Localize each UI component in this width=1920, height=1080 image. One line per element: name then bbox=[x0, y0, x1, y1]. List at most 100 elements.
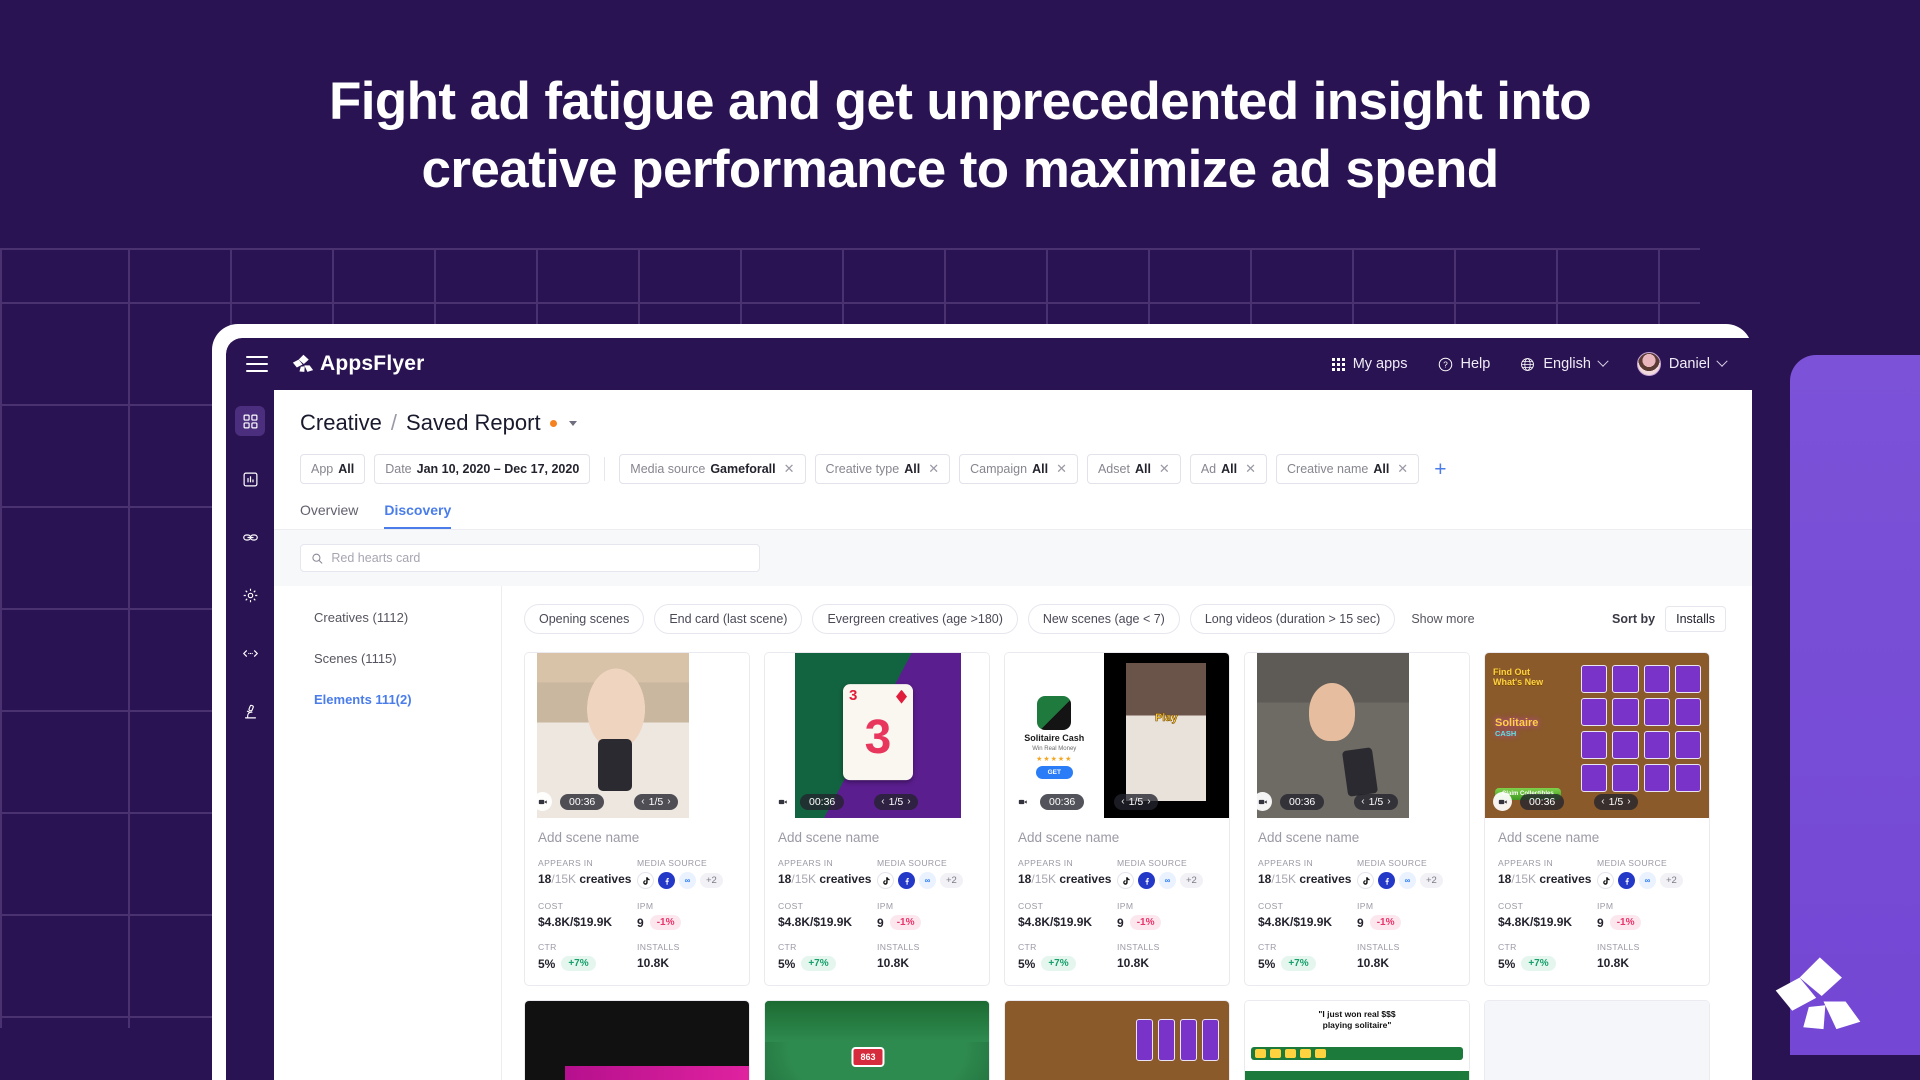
quick-filter-pill-0[interactable]: Opening scenes bbox=[524, 604, 645, 634]
hero-headline: Fight ad fatigue and get unprecedented i… bbox=[0, 68, 1920, 204]
creative-card[interactable]: 00:36 ‹ 1/5 › Add scene name APPEARS IN 18/15K… bbox=[524, 652, 750, 986]
media-source-more-count[interactable]: +2 bbox=[1420, 873, 1443, 888]
creative-thumbnail[interactable]: 3 3 00:36 ‹ 1/5 › bbox=[765, 653, 989, 818]
chevron-left-icon[interactable]: ‹ bbox=[1361, 796, 1364, 807]
chevron-right-icon[interactable]: › bbox=[1387, 796, 1390, 807]
sort-by-value[interactable]: Installs bbox=[1665, 606, 1726, 632]
scene-name-input[interactable]: Add scene name bbox=[538, 830, 736, 845]
creative-thumbnail[interactable]: Happy Valentine's Day bbox=[525, 1001, 749, 1080]
metric-value: $4.8K/$19.9K bbox=[538, 915, 613, 929]
sidebar-item-dashboard[interactable] bbox=[235, 406, 265, 436]
chevron-right-icon[interactable]: › bbox=[1627, 796, 1630, 807]
show-more-filters-button[interactable]: Show more bbox=[1411, 612, 1474, 626]
chevron-left-icon[interactable]: ‹ bbox=[641, 796, 644, 807]
sidebar-item-developers[interactable] bbox=[235, 638, 265, 668]
breadcrumb-root[interactable]: Creative bbox=[300, 410, 382, 436]
chevron-left-icon[interactable]: ‹ bbox=[1601, 796, 1604, 807]
language-selector[interactable]: English bbox=[1520, 355, 1609, 372]
search-input[interactable] bbox=[331, 551, 749, 565]
unsaved-changes-dot bbox=[549, 419, 557, 427]
creative-card[interactable]: Find Out bbox=[1004, 1000, 1230, 1080]
sidebar-item-analytics[interactable] bbox=[235, 464, 265, 494]
sidebar-item-lab[interactable] bbox=[235, 696, 265, 726]
quick-filter-pill-3[interactable]: New scenes (age < 7) bbox=[1027, 604, 1180, 634]
creative-thumbnail[interactable]: 863 bbox=[765, 1001, 989, 1080]
metric-value: 18/15K creatives bbox=[538, 872, 632, 886]
media-source-more-count[interactable]: +2 bbox=[1660, 873, 1683, 888]
filter-chip-date[interactable]: Date Jan 10, 2020 – Dec 17, 2020 bbox=[374, 454, 591, 484]
tab-discovery[interactable]: Discovery bbox=[384, 502, 452, 529]
filter-chip-media-source[interactable]: Media source Gameforall ✕ bbox=[619, 454, 806, 484]
scene-name-input[interactable]: Add scene name bbox=[1018, 830, 1216, 845]
creative-thumbnail[interactable]: Find Out bbox=[1005, 1001, 1229, 1080]
creative-card[interactable]: Solitaire Cash Win Real Money ★★★★★ GET Play… bbox=[1004, 652, 1230, 986]
media-source-more-count[interactable]: +2 bbox=[940, 873, 963, 888]
filter-chip-label: App bbox=[311, 462, 334, 476]
thumbnail-pager[interactable]: ‹ 1/5 › bbox=[1114, 793, 1158, 810]
thumbnail-pager[interactable]: ‹ 1/5 › bbox=[634, 793, 678, 810]
creative-card[interactable]: 863 bbox=[764, 1000, 990, 1080]
creative-thumbnail[interactable]: Find OutWhat's NewSolitaireCASHClaim Col… bbox=[1485, 653, 1709, 818]
thumbnail-badge-row: 00:36 ‹ 1/5 › bbox=[533, 792, 741, 811]
tab-overview[interactable]: Overview bbox=[300, 502, 358, 529]
close-icon[interactable]: ✕ bbox=[1056, 461, 1067, 477]
appsflyer-brand[interactable]: AppsFlyer bbox=[292, 352, 425, 376]
filter-chip-creative-name[interactable]: Creative name All ✕ bbox=[1276, 454, 1420, 484]
entity-type-scenes[interactable]: Scenes (1115) bbox=[314, 651, 501, 666]
filter-chip-campaign[interactable]: Campaign All ✕ bbox=[959, 454, 1078, 484]
thumbnail-pager[interactable]: ‹ 1/5 › bbox=[1594, 793, 1638, 810]
help-button[interactable]: ? Help bbox=[1438, 356, 1490, 372]
chevron-right-icon[interactable]: › bbox=[667, 796, 670, 807]
quick-filter-pill-1[interactable]: End card (last scene) bbox=[654, 604, 803, 634]
creative-thumbnail[interactable]: Solitaire Cash Win Real Money ★★★★★ GET Play… bbox=[1005, 653, 1229, 818]
tiktok-icon bbox=[1357, 872, 1374, 889]
add-filter-button[interactable]: + bbox=[1434, 459, 1446, 480]
creative-card[interactable]: Find OutWhat's NewSolitaireCASHClaim Col… bbox=[1484, 652, 1710, 986]
creative-card[interactable]: "I just won real $$$ playing solitaire" bbox=[1244, 1000, 1470, 1080]
chevron-right-icon[interactable]: › bbox=[1147, 796, 1150, 807]
quick-filter-pill-4[interactable]: Long videos (duration > 15 sec) bbox=[1189, 604, 1396, 634]
media-source-more-count[interactable]: +2 bbox=[700, 873, 723, 888]
sidebar-item-settings[interactable] bbox=[235, 580, 265, 610]
creative-thumbnail[interactable] bbox=[1485, 1001, 1709, 1080]
metric-cost: COST $4.8K/$19.9K bbox=[1498, 901, 1597, 930]
media-source-more-count[interactable]: +2 bbox=[1180, 873, 1203, 888]
close-icon[interactable]: ✕ bbox=[1397, 461, 1408, 477]
metric-value: 18/15K creatives bbox=[1498, 872, 1592, 886]
discovery-body: Creatives (1112) Scenes (1115) Elements 11… bbox=[274, 586, 1752, 1080]
thumbnail-pager[interactable]: ‹ 1/5 › bbox=[874, 793, 918, 810]
hamburger-icon[interactable] bbox=[246, 356, 268, 372]
creative-thumbnail[interactable]: 00:36 ‹ 1/5 › bbox=[525, 653, 749, 818]
entity-type-elements[interactable]: Elements 111(2) bbox=[314, 685, 541, 713]
chevron-right-icon[interactable]: › bbox=[907, 796, 910, 807]
close-icon[interactable]: ✕ bbox=[1159, 461, 1170, 477]
creative-card[interactable]: Happy Valentine's Day bbox=[524, 1000, 750, 1080]
chevron-left-icon[interactable]: ‹ bbox=[1121, 796, 1124, 807]
scene-name-input[interactable]: Add scene name bbox=[1498, 830, 1696, 845]
my-apps-button[interactable]: My apps bbox=[1331, 356, 1408, 372]
creative-thumbnail[interactable]: "I just won real $$$ playing solitaire" bbox=[1245, 1001, 1469, 1080]
report-menu-caret-icon[interactable] bbox=[568, 420, 577, 426]
close-icon[interactable]: ✕ bbox=[928, 461, 939, 477]
metric-ctr: CTR 5% +7% bbox=[1018, 942, 1117, 971]
scene-name-input[interactable]: Add scene name bbox=[778, 830, 976, 845]
creative-card[interactable]: 00:36 ‹ 1/5 › Add scene name APPEARS IN 18/15K… bbox=[1244, 652, 1470, 986]
metric-value: 10.8K bbox=[877, 956, 910, 970]
scene-name-input[interactable]: Add scene name bbox=[1258, 830, 1456, 845]
filter-chip-app[interactable]: App All bbox=[300, 454, 366, 484]
thumbnail-pager[interactable]: ‹ 1/5 › bbox=[1354, 793, 1398, 810]
close-icon[interactable]: ✕ bbox=[784, 461, 795, 477]
chevron-left-icon[interactable]: ‹ bbox=[881, 796, 884, 807]
creative-card[interactable]: 3 3 00:36 ‹ 1/5 › Add scene name APPEARS IN 18/1… bbox=[764, 652, 990, 986]
entity-type-creatives[interactable]: Creatives (1112) bbox=[314, 610, 501, 625]
filter-chip-adset[interactable]: Adset All ✕ bbox=[1086, 454, 1181, 484]
quick-filter-pill-2[interactable]: Evergreen creatives (age >180) bbox=[812, 604, 1018, 634]
creative-thumbnail[interactable]: 00:36 ‹ 1/5 › bbox=[1245, 653, 1469, 818]
filter-chip-ad[interactable]: Ad All ✕ bbox=[1189, 454, 1268, 484]
filter-chip-creative-type[interactable]: Creative type All ✕ bbox=[814, 454, 951, 484]
creative-card[interactable] bbox=[1484, 1000, 1710, 1080]
search-input-wrapper[interactable] bbox=[300, 544, 760, 572]
sidebar-item-links[interactable] bbox=[235, 522, 265, 552]
user-menu[interactable]: Daniel bbox=[1636, 352, 1728, 376]
close-icon[interactable]: ✕ bbox=[1245, 461, 1256, 477]
